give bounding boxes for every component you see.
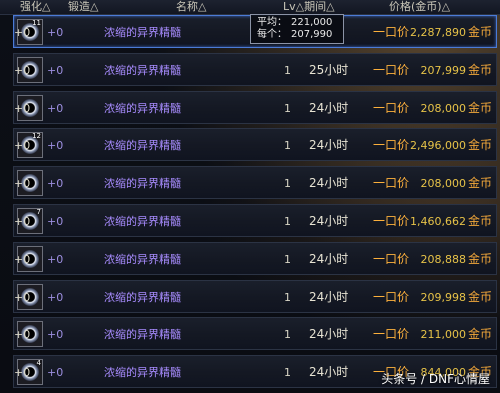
duration-value: 24小时: [309, 327, 349, 342]
auction-row[interactable]: +0 +0 浓缩的异界精髓 1 24小时 一口价 208,888 金币: [13, 241, 497, 275]
level-value: 1: [284, 215, 291, 228]
price-value: 211,000: [420, 328, 467, 342]
auction-row[interactable]: +0 +0 浓缩的异界精髓 1 24小时 一口价 209,998 金币: [13, 279, 497, 313]
header-price[interactable]: 价格(金币)△: [389, 0, 450, 14]
auction-row[interactable]: 7 +0 +0 浓缩的异界精髓 1 24小时 一口价 1,460,662 金币: [13, 204, 497, 237]
auction-row[interactable]: +0 +0 浓缩的异界精髓 1 24小时 一口价 208,000 金币: [13, 166, 497, 200]
duration-value: 24小时: [309, 251, 349, 266]
level-value: 1: [284, 63, 291, 77]
currency-label: 金币: [467, 251, 492, 266]
auction-row[interactable]: +0 +0 浓缩的异界精髓 1 25小时 一口价 207,999 金币: [13, 52, 497, 86]
enhance-value: +0: [47, 26, 64, 39]
level-value: 1: [284, 252, 291, 266]
level-value: 1: [284, 290, 291, 304]
tooltip-each-value: 207,990: [291, 29, 333, 40]
item-quantity: 7: [36, 208, 41, 216]
enhance-value: +0: [47, 290, 64, 304]
forge-value: +0: [14, 26, 31, 39]
auction-row[interactable]: 12 +0 +0 浓缩的异界精髓 1 24小时 一口价 2,496,000 金币: [13, 128, 497, 162]
enhance-value: +0: [47, 215, 64, 228]
level-value: 1: [284, 177, 291, 191]
item-name: 浓缩的异界精髓: [104, 63, 181, 77]
forge-value: +0: [14, 252, 31, 266]
item-quantity: 12: [32, 132, 41, 141]
sale-type: 一口价: [373, 251, 410, 266]
currency-label: 金币: [467, 214, 492, 228]
tooltip-avg-label: 平均：: [257, 17, 287, 28]
duration-value: 24小时: [309, 100, 349, 115]
price-value: 209,998: [420, 290, 467, 304]
forge-value: +0: [14, 139, 31, 153]
forge-value: +0: [14, 328, 31, 342]
item-name: 浓缩的异界精髓: [104, 26, 181, 39]
sale-type: 一口价: [373, 327, 410, 342]
sale-type: 一口价: [373, 25, 410, 39]
item-name: 浓缩的异界精髓: [104, 215, 181, 228]
currency-label: 金币: [467, 289, 492, 304]
item-quantity: 4: [36, 359, 41, 368]
price-value: 2,496,000: [410, 139, 466, 153]
duration-value: 25小时: [309, 62, 349, 77]
price-value: 207,999: [420, 63, 467, 77]
item-quantity: 11: [32, 19, 41, 27]
forge-value: +0: [14, 63, 31, 77]
watermark: 头条号 / DNF心情屋: [381, 372, 490, 386]
level-value: 1: [284, 139, 291, 153]
tooltip-avg-value: 221,000: [291, 17, 333, 28]
sale-type: 一口价: [373, 214, 410, 228]
currency-label: 金币: [467, 100, 492, 115]
sale-type: 一口价: [373, 62, 410, 77]
duration-value: 24小时: [309, 289, 349, 304]
duration-value: 24小时: [309, 365, 349, 380]
level-value: 1: [284, 328, 291, 342]
enhance-value: +0: [47, 328, 64, 342]
item-name: 浓缩的异界精髓: [104, 139, 181, 153]
auction-row[interactable]: +0 +0 浓缩的异界精髓 1 24小时 一口价 211,000 金币: [13, 317, 497, 351]
level-value: 1: [284, 366, 291, 380]
header-lv-duration[interactable]: Lv△期间△: [283, 0, 335, 14]
item-name: 浓缩的异界精髓: [104, 290, 181, 304]
auction-row[interactable]: +0 +0 浓缩的异界精髓 1 24小时 一口价 208,000 金币: [13, 90, 497, 124]
currency-label: 金币: [467, 25, 492, 39]
item-name: 浓缩的异界精髓: [104, 101, 181, 115]
item-name: 浓缩的异界精髓: [104, 177, 181, 191]
forge-value: +0: [14, 290, 31, 304]
currency-label: 金币: [467, 327, 492, 342]
enhance-value: +0: [47, 63, 64, 77]
item-name: 浓缩的异界精髓: [104, 366, 181, 380]
duration-value: 24小时: [309, 214, 349, 228]
duration-value: 24小时: [309, 176, 349, 191]
header-name[interactable]: 名称△: [176, 0, 206, 14]
level-value: 1: [284, 101, 291, 115]
enhance-value: +0: [47, 101, 64, 115]
forge-value: +0: [14, 215, 31, 228]
forge-value: +0: [14, 101, 31, 115]
header-forge[interactable]: 锻造△: [68, 0, 98, 14]
header-enhance[interactable]: 强化△: [20, 0, 50, 14]
sale-type: 一口价: [373, 289, 410, 304]
sale-type: 一口价: [373, 138, 410, 153]
table-header: 强化△ 锻造△ 名称△ Lv△期间△ 价格(金币)△: [0, 0, 500, 15]
item-name: 浓缩的异界精髓: [104, 252, 181, 266]
enhance-value: +0: [47, 366, 64, 380]
price-value: 208,000: [420, 101, 467, 115]
tooltip-each-label: 每个：: [257, 29, 287, 40]
forge-value: +0: [14, 177, 31, 191]
enhance-value: +0: [47, 252, 64, 266]
price-tooltip: 平均： 221,000 每个： 207,990: [250, 14, 344, 44]
price-value: 208,888: [420, 252, 467, 266]
price-value: 2,287,890: [410, 26, 466, 39]
sale-type: 一口价: [373, 100, 410, 115]
currency-label: 金币: [467, 62, 492, 77]
price-value: 208,000: [420, 177, 467, 191]
duration-value: 24小时: [309, 138, 349, 153]
forge-value: +0: [14, 366, 31, 380]
enhance-value: +0: [47, 177, 64, 191]
sale-type: 一口价: [373, 176, 410, 191]
currency-label: 金币: [467, 138, 492, 153]
currency-label: 金币: [467, 176, 492, 191]
enhance-value: +0: [47, 139, 64, 153]
price-value: 1,460,662: [410, 215, 466, 228]
item-name: 浓缩的异界精髓: [104, 328, 181, 342]
